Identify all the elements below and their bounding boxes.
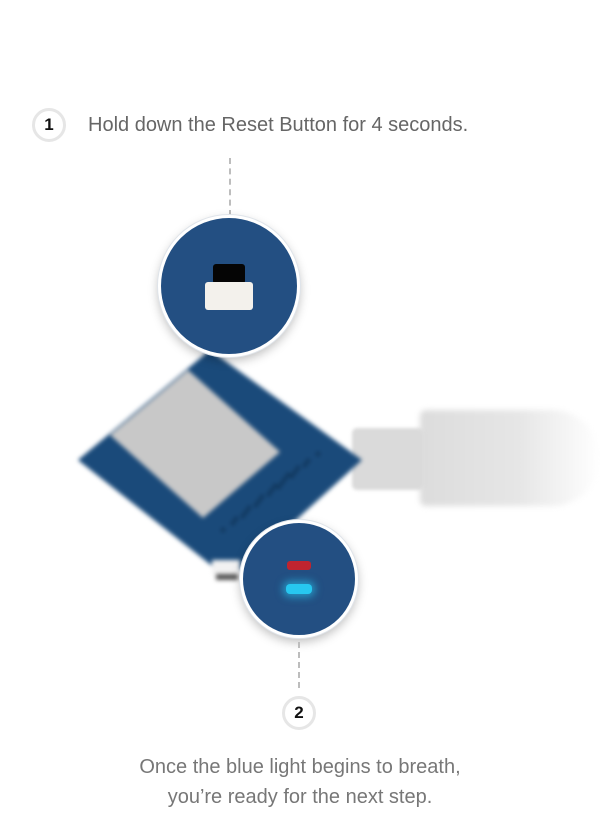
step-2-badge: 2 (282, 696, 316, 730)
step-2-line-1: Once the blue light begins to breath, (139, 756, 461, 778)
blue-led (286, 584, 312, 594)
status-led-zoom (240, 520, 358, 638)
board-side-button-shadow (216, 574, 238, 580)
reset-button-cap (213, 264, 245, 284)
step-2-line-2: you’re ready for the next step. (167, 786, 433, 808)
reset-button-base (205, 282, 253, 310)
reset-button-zoom (158, 215, 300, 357)
usb-cable (420, 410, 600, 506)
red-led (287, 561, 311, 570)
step-1-connector (229, 158, 231, 216)
board-side-button (212, 560, 240, 574)
step-2-instruction: Once the blue light begins to breath, yo… (0, 752, 600, 812)
step-2-connector (298, 642, 300, 688)
step-1-instruction: Hold down the Reset Button for 4 seconds… (88, 113, 469, 136)
step-1-row: 1 Hold down the Reset Button for 4 secon… (32, 108, 468, 142)
step-1-badge: 1 (32, 108, 66, 142)
